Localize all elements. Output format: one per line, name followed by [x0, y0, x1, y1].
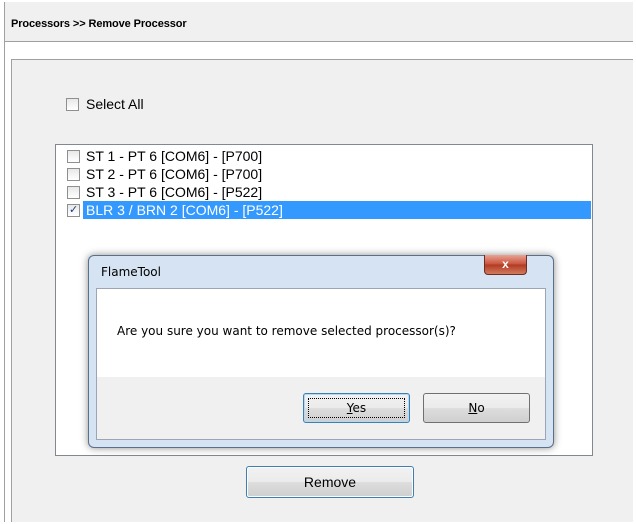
list-item[interactable]: ST 2 - PT 6 [COM6] - [P700] [57, 165, 591, 183]
processor-label: ST 1 - PT 6 [COM6] - [P700] [86, 148, 263, 164]
yes-button[interactable]: Yes [303, 393, 410, 423]
page-title: Processors >> Remove Processor [11, 18, 187, 30]
no-label: o [477, 401, 485, 415]
no-accel: N [468, 401, 478, 415]
dialog-body: Are you sure you want to remove selected… [96, 288, 546, 440]
processor-checkbox[interactable] [67, 168, 80, 181]
remove-button[interactable]: Remove [246, 466, 414, 498]
list-item[interactable]: ST 3 - PT 6 [COM6] - [P522] [57, 183, 591, 201]
select-all-label[interactable]: Select All [86, 96, 144, 112]
processor-checkbox[interactable] [67, 186, 80, 199]
dialog-content: Are you sure you want to remove selected… [97, 289, 545, 377]
processor-label: ST 3 - PT 6 [COM6] - [P522] [86, 184, 263, 200]
processor-label: BLR 3 / BRN 2 [COM6] - [P522] [86, 202, 283, 218]
dialog-title: FlameTool [101, 265, 161, 279]
focus-rect [308, 398, 405, 418]
confirm-dialog: FlameTool x Are you sure you want to rem… [88, 255, 554, 448]
processor-checkbox[interactable]: ✓ [67, 204, 80, 217]
close-icon[interactable]: x [484, 255, 527, 275]
list-item[interactable]: ST 1 - PT 6 [COM6] - [P700] [57, 147, 591, 165]
processor-checkbox[interactable] [67, 150, 80, 163]
check-icon: ✓ [69, 204, 79, 216]
select-all-checkbox[interactable] [66, 98, 79, 111]
processor-label: ST 2 - PT 6 [COM6] - [P700] [86, 166, 263, 182]
dialog-message: Are you sure you want to remove selected… [117, 324, 456, 338]
no-button[interactable]: No [423, 393, 530, 423]
page-header: Processors >> Remove Processor [5, 2, 633, 42]
list-item-selected[interactable]: ✓ BLR 3 / BRN 2 [COM6] - [P522] [57, 201, 591, 219]
